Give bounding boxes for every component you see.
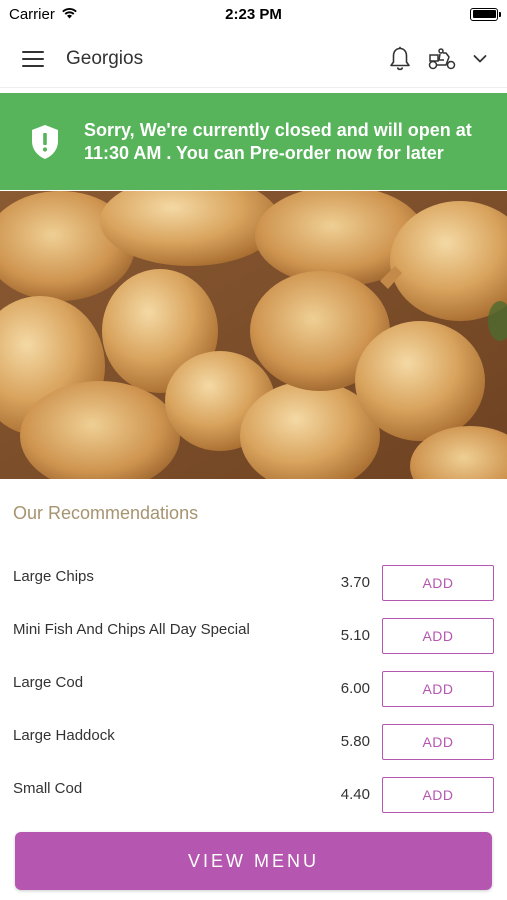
nav-bar: Georgios [0,30,507,88]
list-item: Large Chips 3.70 ADD [0,556,507,609]
battery-icon [470,7,501,21]
add-button[interactable]: ADD [382,564,494,601]
restaurant-title: Georgios [66,47,144,69]
list-item: Mini Fish And Chips All Day Special 5.10… [0,609,507,662]
item-name: Large Chips [13,568,94,585]
nav-actions [389,46,487,72]
bell-icon[interactable] [389,46,411,72]
menu-icon[interactable] [20,49,46,69]
item-price: 5.80 [340,733,370,750]
item-price: 5.10 [340,627,370,644]
item-name: Small Cod [13,780,83,797]
view-menu-button[interactable]: VIEW MENU [15,832,492,890]
add-button[interactable]: ADD [382,617,494,654]
item-name: Mini Fish And Chips All Day Special [13,621,250,638]
fried-chicken-photo [0,191,507,479]
item-price: 4.40 [340,786,370,803]
carrier-label: Carrier [9,5,55,23]
list-item: Large Cod 6.00 ADD [0,662,507,715]
wifi-icon [61,6,78,23]
add-button[interactable]: ADD [382,670,494,707]
item-price: 3.70 [340,574,370,591]
shield-alert-icon [30,124,60,160]
closed-banner: Sorry, We're currently closed and will o… [0,93,507,190]
add-button[interactable]: ADD [382,723,494,760]
add-button[interactable]: ADD [382,776,494,813]
list-item: Small Cod 4.40 ADD [0,768,507,821]
scooter-icon[interactable] [427,47,457,71]
item-name: Large Haddock [13,727,115,744]
closed-message: Sorry, We're currently closed and will o… [84,119,472,163]
recommendations-title: Our Recommendations [13,503,199,523]
list-item: Large Haddock 5.80 ADD [0,715,507,768]
status-bar: Carrier 2:23 PM [0,0,507,28]
status-left: Carrier [9,6,78,23]
recommendations-list: Large Chips 3.70 ADD Mini Fish And Chips… [0,556,507,821]
chevron-down-icon[interactable] [473,54,487,64]
item-price: 6.00 [340,680,370,697]
item-name: Large Cod [13,674,84,691]
